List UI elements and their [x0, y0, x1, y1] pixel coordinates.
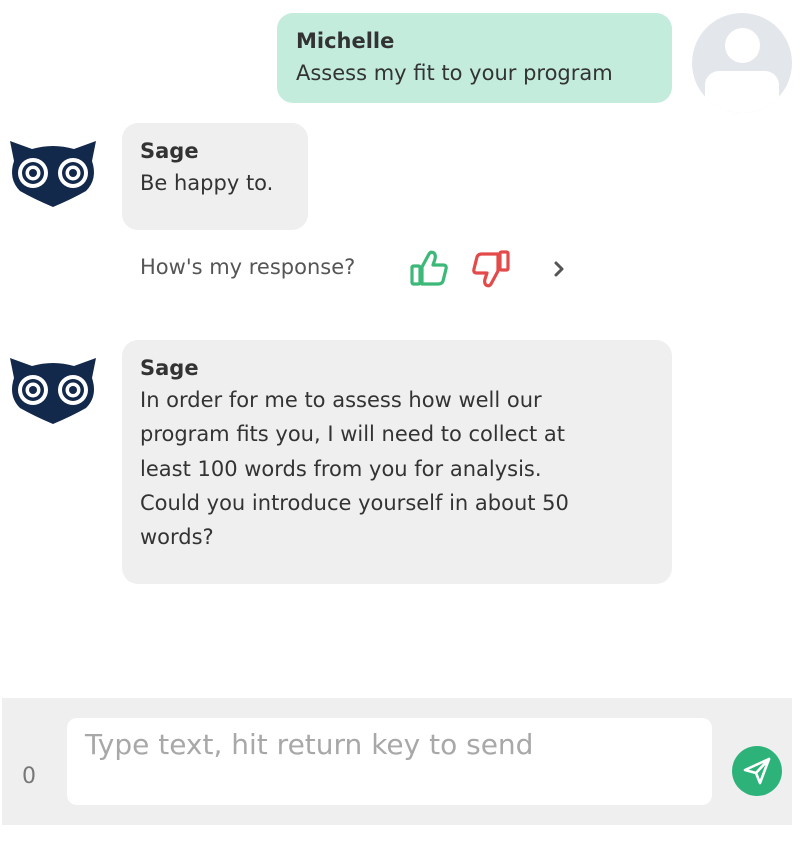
- chevron-right-icon[interactable]: [548, 258, 570, 280]
- message-input[interactable]: [67, 718, 712, 805]
- thumbs-down-icon[interactable]: [470, 250, 510, 288]
- user-message-text: Assess my fit to your program: [296, 61, 613, 85]
- bot-message-bubble: Sage In order for me to assess how well …: [122, 340, 672, 584]
- character-counter: 0: [22, 764, 36, 789]
- chat-window: Michelle Assess my fit to your program S…: [0, 0, 802, 842]
- bot-message-bubble: Sage Be happy to.: [122, 123, 308, 230]
- owl-avatar-icon: [8, 354, 98, 426]
- thumbs-up-icon[interactable]: [410, 250, 450, 288]
- paper-plane-icon: [743, 757, 771, 785]
- bot-sender-name: Sage: [140, 356, 199, 380]
- avatar-head-shape: [725, 28, 760, 63]
- message-composer: 0: [2, 698, 792, 825]
- send-button[interactable]: [732, 746, 782, 796]
- user-sender-name: Michelle: [296, 29, 395, 53]
- avatar-body-shape: [705, 71, 779, 113]
- bot-message-text: In order for me to assess how well our p…: [140, 388, 569, 550]
- owl-avatar-icon: [8, 137, 98, 209]
- user-message-bubble: Michelle Assess my fit to your program: [277, 13, 672, 103]
- feedback-prompt: How's my response?: [140, 255, 356, 279]
- user-avatar: [692, 13, 792, 113]
- bot-message-text: Be happy to.: [140, 171, 274, 195]
- response-feedback: How's my response?: [140, 250, 580, 288]
- bot-sender-name: Sage: [140, 139, 199, 163]
